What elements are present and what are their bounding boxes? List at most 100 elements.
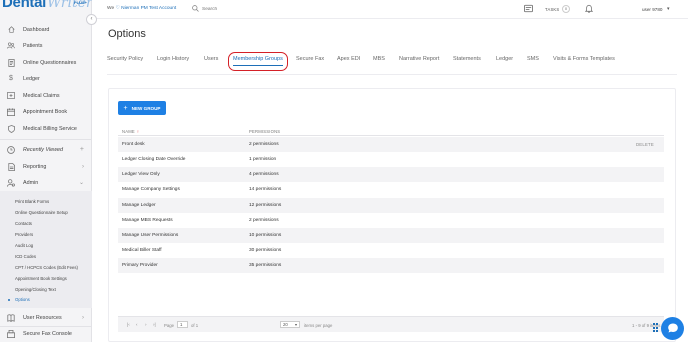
page-label: Page <box>164 323 175 328</box>
dentalwriter-logo[interactable]: DentalWriter PLUS+ <box>2 0 93 12</box>
table-row[interactable]: Manage Ledger 12 permissions <box>118 198 664 213</box>
group-permissions: 1 permission <box>249 157 277 162</box>
group-permissions: 30 permissions <box>249 248 282 253</box>
expand-icon: + <box>79 146 84 153</box>
group-name: Manage Ledger <box>122 203 156 208</box>
practice-selector[interactable]: We ♡ Nierman PM Test Account <box>107 6 176 11</box>
sidebar-item-label: Appointment Book <box>23 108 68 115</box>
sidebar-item-medical-billing-service[interactable]: Medical Billing Service <box>0 122 92 135</box>
group-name: Ledger View Only <box>122 172 160 177</box>
group-permissions: 35 permissions <box>249 263 282 268</box>
admin-icon <box>7 178 15 187</box>
table-row[interactable]: Manage Company Settings 14 permissions <box>118 182 664 197</box>
group-name: Manage Company Settings <box>122 187 180 192</box>
group-name: Front desk <box>122 142 145 147</box>
tab-secure-fax[interactable]: Secure Fax <box>296 56 324 62</box>
tab-mbs[interactable]: MBS <box>373 56 385 62</box>
page-size-select[interactable]: 20 ▾ <box>280 321 300 328</box>
practice-name: Nierman PM Test Account <box>121 6 177 11</box>
submenu-item-providers[interactable]: Providers <box>15 232 33 237</box>
submenu-item-opening-closing-text[interactable]: Opening/Closing Text <box>15 287 56 292</box>
plus-icon: + <box>123 104 128 112</box>
sidebar-item-appointment-book[interactable]: Appointment Book <box>0 105 92 118</box>
sidebar-item-admin[interactable]: Admin ⌄ <box>0 176 92 189</box>
group-name: Primary Provider <box>122 263 158 268</box>
logo-text-dental: Dental <box>2 0 47 11</box>
group-permissions: 10 permissions <box>249 233 282 238</box>
tab-ledger[interactable]: Ledger <box>496 56 513 62</box>
submenu-item-print-blank-forms[interactable]: Print Blank Forms <box>15 199 49 204</box>
tasks-label[interactable]: TASKS <box>545 7 559 12</box>
sidebar-item-user-resources[interactable]: User Resources › <box>0 311 92 324</box>
tab-visits-forms-templates[interactable]: Visits & Forms Templates <box>553 56 615 62</box>
sidebar-collapse-button[interactable]: ‹ <box>86 14 97 25</box>
sort-asc-icon: ↑ <box>136 129 140 134</box>
sidebar-item-label: Medical Billing Service <box>23 125 77 132</box>
last-page-button[interactable]: ›| <box>153 322 156 327</box>
sidebar-item-patients[interactable]: Patients <box>0 39 92 52</box>
sidebar-item-reporting[interactable]: Reporting › <box>0 160 92 173</box>
id-card-icon[interactable] <box>524 4 533 15</box>
table-row[interactable]: Front desk 2 permissions DELETE <box>118 137 664 152</box>
tasks-count-badge[interactable]: 0 <box>562 5 570 13</box>
first-page-button[interactable]: |‹ <box>127 322 130 327</box>
chat-button[interactable] <box>661 317 684 340</box>
tab-sms[interactable]: SMS <box>527 56 539 62</box>
group-permissions: 4 permissions <box>249 172 279 177</box>
caret-down-icon[interactable]: ▾ <box>667 6 670 12</box>
user-menu[interactable]: user 9780 <box>642 7 662 12</box>
page-title: Options <box>108 28 146 40</box>
column-header-name[interactable]: NAME ↑ <box>122 129 139 134</box>
table-row[interactable]: Ledger View Only 4 permissions <box>118 167 664 182</box>
active-indicator-dot <box>8 299 10 301</box>
delete-button[interactable]: DELETE <box>636 142 654 147</box>
column-header-permissions[interactable]: PERMISSIONS <box>249 129 280 134</box>
table-row[interactable]: Primary Provider 35 permissions <box>118 258 664 273</box>
sidebar-item-medical-claims[interactable]: Medical Claims <box>0 89 92 102</box>
sidebar-item-label: Recently Viewed <box>23 146 64 153</box>
sidebar-item-label: Ledger <box>23 75 40 82</box>
submenu-item-contacts[interactable]: Contacts <box>15 221 32 226</box>
sidebar-item-online-questionnaires[interactable]: Online Questionnaires <box>0 56 92 69</box>
sidebar-item-label: Medical Claims <box>23 92 60 99</box>
chat-bubble-icon <box>667 322 679 336</box>
sidebar-divider <box>0 139 92 140</box>
logo-plus-badge: PLUS+ <box>74 0 88 5</box>
tab-users[interactable]: Users <box>204 56 218 62</box>
top-bar: We ♡ Nierman PM Test Account TASKS 0 use… <box>92 0 688 19</box>
pagination-bar: |‹ ‹ › ›| Page 1 of 1 20 ▾ items per page… <box>118 316 664 332</box>
submenu-item-icd-codes[interactable]: ICD Codes <box>15 254 36 259</box>
widget-grip-icon[interactable] <box>653 323 658 333</box>
table-row[interactable]: Ledger Closing Date Override 1 permissio… <box>118 152 664 167</box>
tab-apex-edi[interactable]: Apex EDI <box>337 56 360 62</box>
tab-statements[interactable]: Statements <box>453 56 481 62</box>
claims-icon <box>7 92 15 100</box>
submenu-item-appointment-book-settings[interactable]: Appointment Book Settings <box>15 276 67 281</box>
next-page-button[interactable]: › <box>145 322 147 327</box>
patients-icon <box>7 42 15 50</box>
submenu-item-audit-log[interactable]: Audit Log <box>15 243 33 248</box>
table-row[interactable]: Medical Biller Staff 30 permissions <box>118 243 664 258</box>
sidebar-item-ledger[interactable]: $ Ledger <box>0 72 92 85</box>
tab-login-history[interactable]: Login History <box>157 56 189 62</box>
new-group-button[interactable]: + NEW GROUP <box>118 101 166 115</box>
sidebar-item-secure-fax-console[interactable]: Secure Fax Console <box>0 327 92 340</box>
group-permissions: 12 permissions <box>249 203 282 208</box>
table-row[interactable]: Manage MBS Requests 2 permissions <box>118 213 664 228</box>
submenu-item-options[interactable]: Options <box>15 297 30 302</box>
book-icon <box>7 313 15 322</box>
search-input[interactable] <box>202 5 262 13</box>
sidebar-item-label: User Resources <box>23 314 62 321</box>
table-row[interactable]: Manage User Permissions 10 permissions <box>118 228 664 243</box>
sidebar-item-label: Online Questionnaires <box>23 59 77 66</box>
tab-security-policy[interactable]: Security Policy <box>107 56 143 62</box>
sidebar-item-label: Dashboard <box>23 26 50 33</box>
submenu-item-cpt-codes[interactable]: CPT / HCPCS Codes (Edit Fees) <box>15 265 78 270</box>
prev-page-button[interactable]: ‹ <box>136 322 138 327</box>
bell-icon[interactable] <box>584 4 594 15</box>
sidebar-item-recently-viewed[interactable]: Recently Viewed + <box>0 143 92 156</box>
sidebar-item-dashboard[interactable]: Dashboard <box>0 23 92 36</box>
submenu-item-online-questionnaire-setup[interactable]: Online Questionnaire Setup <box>15 210 68 215</box>
tab-narrative-report[interactable]: Narrative Report <box>399 56 439 62</box>
page-number-input[interactable]: 1 <box>177 321 188 328</box>
